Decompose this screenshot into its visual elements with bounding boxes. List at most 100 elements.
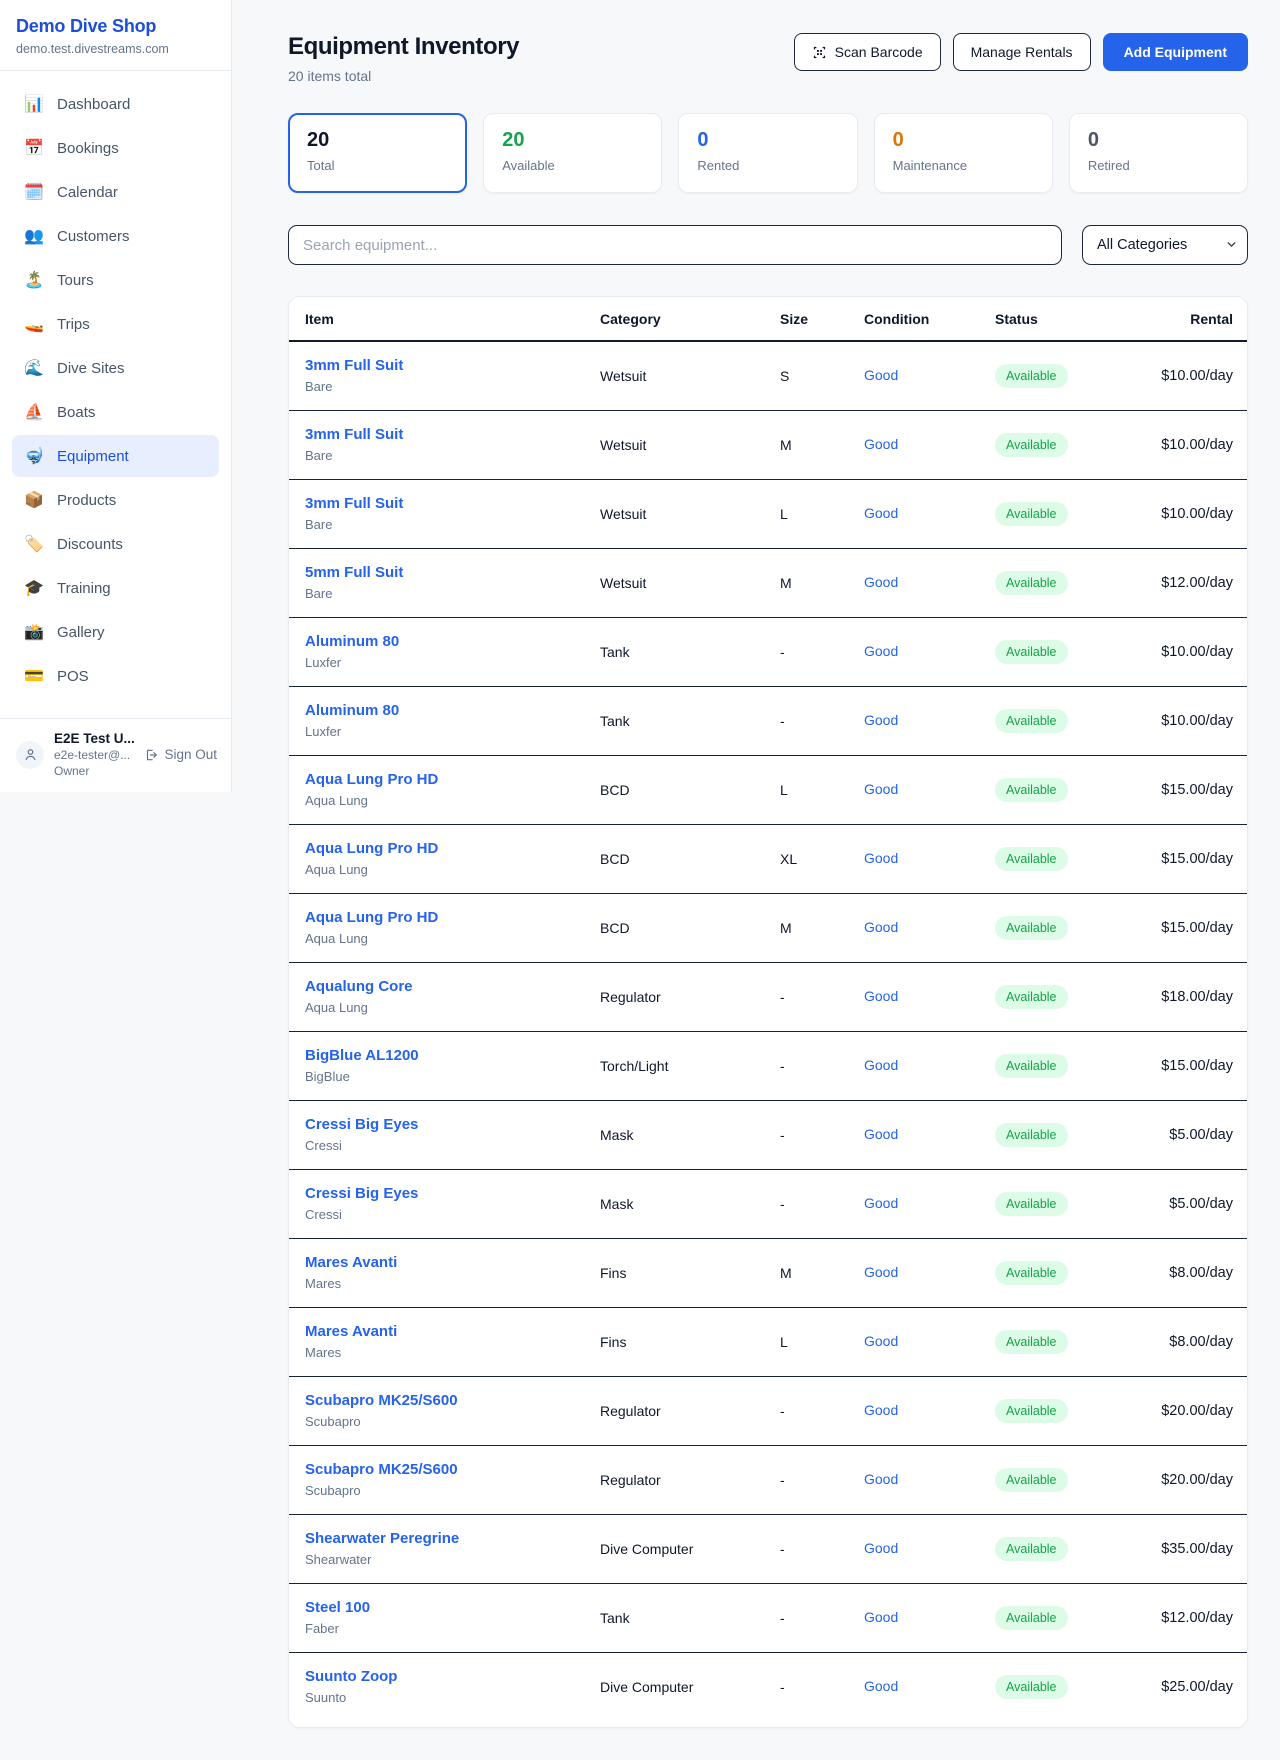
item-category: Regulator: [584, 962, 764, 1031]
search-input[interactable]: [288, 225, 1062, 265]
item-condition-link[interactable]: Good: [864, 988, 898, 1004]
item-name-link[interactable]: Suunto Zoop: [305, 1668, 397, 1685]
sidebar-item-icon: 🚤: [24, 314, 44, 334]
page-title: Equipment Inventory: [288, 33, 519, 61]
sidebar: Demo Dive Shop demo.test.divestreams.com…: [0, 0, 232, 792]
sidebar-item-dashboard[interactable]: 📊 Dashboard: [12, 83, 219, 125]
sidebar-item-tours[interactable]: 🏝️ Tours: [12, 259, 219, 301]
sidebar-item-icon: 📊: [24, 94, 44, 114]
status-badge: Available: [995, 1192, 1068, 1216]
item-name-link[interactable]: Aluminum 80: [305, 633, 399, 650]
status-badge: Available: [995, 985, 1068, 1009]
status-badge: Available: [995, 502, 1068, 526]
sidebar-item-label: Trips: [57, 316, 90, 333]
item-name-link[interactable]: 3mm Full Suit: [305, 357, 403, 374]
status-badge: Available: [995, 1606, 1068, 1630]
item-condition-link[interactable]: Good: [864, 1609, 898, 1625]
item-condition-link[interactable]: Good: [864, 1264, 898, 1280]
scan-barcode-button[interactable]: Scan Barcode: [794, 33, 941, 71]
item-condition-link[interactable]: Good: [864, 1471, 898, 1487]
item-condition-link[interactable]: Good: [864, 1540, 898, 1556]
item-brand: Cressi: [305, 1207, 568, 1222]
item-name-link[interactable]: Scubapro MK25/S600: [305, 1392, 458, 1409]
item-brand: Scubapro: [305, 1483, 568, 1498]
item-name-link[interactable]: Aluminum 80: [305, 702, 399, 719]
item-size: XL: [764, 824, 848, 893]
item-brand: Aqua Lung: [305, 793, 568, 808]
item-condition-link[interactable]: Good: [864, 1057, 898, 1073]
add-equipment-button[interactable]: Add Equipment: [1103, 33, 1248, 71]
item-condition-link[interactable]: Good: [864, 574, 898, 590]
sidebar-item-icon: 🏝️: [24, 270, 44, 290]
item-name-link[interactable]: Steel 100: [305, 1599, 370, 1616]
item-category: Wetsuit: [584, 410, 764, 479]
sidebar-nav: 📊 Dashboard 📅 Bookings 🗓️ Calendar 👥 Cus…: [0, 71, 231, 697]
main-content: Equipment Inventory 20 items total Scan …: [232, 0, 1280, 1760]
item-name-link[interactable]: Mares Avanti: [305, 1254, 397, 1271]
stat-card-maintenance[interactable]: 0 Maintenance: [874, 113, 1053, 193]
item-condition-link[interactable]: Good: [864, 919, 898, 935]
sidebar-item-icon: 🎓: [24, 578, 44, 598]
sidebar-item-trips[interactable]: 🚤 Trips: [12, 303, 219, 345]
item-name-link[interactable]: 5mm Full Suit: [305, 564, 403, 581]
sidebar-item-label: Boats: [57, 404, 95, 421]
item-name-link[interactable]: Cressi Big Eyes: [305, 1185, 418, 1202]
item-condition-link[interactable]: Good: [864, 1126, 898, 1142]
sidebar-item-training[interactable]: 🎓 Training: [12, 567, 219, 609]
sidebar-item-customers[interactable]: 👥 Customers: [12, 215, 219, 257]
column-header-category: Category: [584, 297, 764, 341]
sidebar-item-pos[interactable]: 💳 POS: [12, 655, 219, 697]
stat-label: Retired: [1088, 158, 1229, 173]
sidebar-item-boats[interactable]: ⛵ Boats: [12, 391, 219, 433]
table-row: Aluminum 80 Luxfer Tank - Good Available…: [289, 617, 1248, 686]
item-condition-link[interactable]: Good: [864, 781, 898, 797]
item-name-link[interactable]: Cressi Big Eyes: [305, 1116, 418, 1133]
manage-rentals-button[interactable]: Manage Rentals: [953, 33, 1091, 71]
item-condition-link[interactable]: Good: [864, 643, 898, 659]
sidebar-item-gallery[interactable]: 📸 Gallery: [12, 611, 219, 653]
item-condition-link[interactable]: Good: [864, 367, 898, 383]
stat-card-available[interactable]: 20 Available: [483, 113, 662, 193]
sidebar-item-calendar[interactable]: 🗓️ Calendar: [12, 171, 219, 213]
item-condition-link[interactable]: Good: [864, 1402, 898, 1418]
item-rental-price: $25.00/day: [1161, 1679, 1233, 1695]
item-name-link[interactable]: Shearwater Peregrine: [305, 1530, 459, 1547]
status-badge: Available: [995, 364, 1068, 388]
item-size: -: [764, 1514, 848, 1583]
item-name-link[interactable]: 3mm Full Suit: [305, 495, 403, 512]
item-name-link[interactable]: Scubapro MK25/S600: [305, 1461, 458, 1478]
item-name-link[interactable]: Mares Avanti: [305, 1323, 397, 1340]
sidebar-item-products[interactable]: 📦 Products: [12, 479, 219, 521]
table-row: 3mm Full Suit Bare Wetsuit S Good Availa…: [289, 341, 1248, 410]
stat-label: Available: [502, 158, 643, 173]
stat-card-rented[interactable]: 0 Rented: [678, 113, 857, 193]
item-name-link[interactable]: 3mm Full Suit: [305, 426, 403, 443]
stat-card-total[interactable]: 20 Total: [288, 113, 467, 193]
category-select[interactable]: All Categories: [1082, 225, 1248, 265]
sidebar-item-discounts[interactable]: 🏷️ Discounts: [12, 523, 219, 565]
sidebar-item-label: Tours: [57, 272, 94, 289]
user-box: E2E Test U... e2e-tester@... Owner Sign …: [0, 718, 231, 792]
stat-card-retired[interactable]: 0 Retired: [1069, 113, 1248, 193]
item-rental-price: $10.00/day: [1161, 506, 1233, 522]
item-condition-link[interactable]: Good: [864, 1195, 898, 1211]
item-category: Wetsuit: [584, 341, 764, 410]
item-rental-price: $15.00/day: [1161, 851, 1233, 867]
item-name-link[interactable]: Aqualung Core: [305, 978, 413, 995]
item-condition-link[interactable]: Good: [864, 712, 898, 728]
item-condition-link[interactable]: Good: [864, 436, 898, 452]
sidebar-item-bookings[interactable]: 📅 Bookings: [12, 127, 219, 169]
sign-out-button[interactable]: Sign Out: [144, 747, 217, 762]
item-size: L: [764, 1307, 848, 1376]
item-name-link[interactable]: Aqua Lung Pro HD: [305, 840, 438, 857]
item-condition-link[interactable]: Good: [864, 850, 898, 866]
item-name-link[interactable]: Aqua Lung Pro HD: [305, 771, 438, 788]
column-header-condition: Condition: [848, 297, 979, 341]
item-name-link[interactable]: BigBlue AL1200: [305, 1047, 419, 1064]
item-condition-link[interactable]: Good: [864, 505, 898, 521]
item-name-link[interactable]: Aqua Lung Pro HD: [305, 909, 438, 926]
sidebar-item-equipment[interactable]: 🤿 Equipment: [12, 435, 219, 477]
item-condition-link[interactable]: Good: [864, 1678, 898, 1694]
item-condition-link[interactable]: Good: [864, 1333, 898, 1349]
sidebar-item-dive-sites[interactable]: 🌊 Dive Sites: [12, 347, 219, 389]
